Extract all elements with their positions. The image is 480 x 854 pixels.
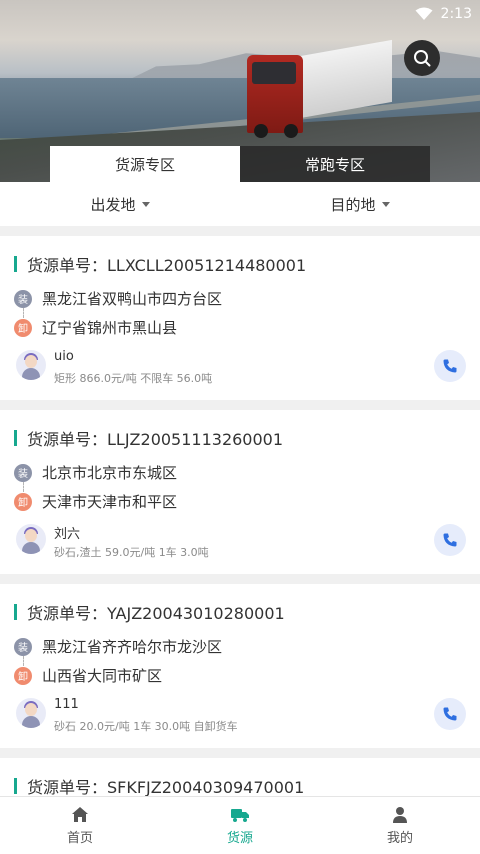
title-accent-bar bbox=[14, 430, 17, 446]
avatar bbox=[16, 698, 46, 728]
destination-filter-label: 目的地 bbox=[330, 195, 376, 214]
cargo-list: 货源单号：LLXCLL20051214480001 装黑龙江省双鸭山市四方台区 … bbox=[0, 236, 480, 828]
origin-filter[interactable]: 出发地 bbox=[0, 182, 240, 226]
order-number: 货源单号：SFKFJZ20040309470001 bbox=[14, 776, 305, 797]
order-number: 货源单号：LLXCLL20051214480001 bbox=[14, 254, 307, 275]
phone-icon bbox=[443, 533, 457, 547]
owner-name: uio bbox=[54, 349, 74, 364]
home-icon bbox=[72, 807, 88, 822]
destination-text: 辽宁省锦州市黑山县 bbox=[42, 319, 178, 337]
unload-badge: 卸 bbox=[14, 492, 32, 511]
order-number: 货源单号：LLJZ20051113260001 bbox=[14, 428, 284, 449]
truck-wheel bbox=[254, 124, 268, 138]
avatar bbox=[16, 524, 46, 554]
call-button[interactable] bbox=[434, 524, 466, 556]
nav-profile-label: 我的 bbox=[386, 831, 413, 846]
load-badge: 装 bbox=[14, 463, 32, 482]
route-origin: 装黑龙江省双鸭山市四方台区 bbox=[14, 288, 222, 309]
truck-window bbox=[252, 62, 296, 84]
unload-badge: 卸 bbox=[14, 318, 32, 337]
order-number-text: 货源单号：LLJZ20051113260001 bbox=[27, 430, 284, 449]
nav-cargo-label: 货源 bbox=[226, 831, 253, 846]
destination-filter[interactable]: 目的地 bbox=[240, 182, 480, 226]
status-bar: 2:13 bbox=[415, 4, 472, 24]
cargo-details: 砂石,渣土 59.0元/吨 1车 3.0吨 bbox=[54, 546, 209, 559]
load-badge: 装 bbox=[14, 289, 32, 308]
tab-cargo-zone[interactable]: 货源专区 bbox=[50, 146, 240, 182]
call-button[interactable] bbox=[434, 698, 466, 730]
origin-filter-label: 出发地 bbox=[90, 195, 136, 214]
route-destination: 卸天津市天津市和平区 bbox=[14, 491, 177, 512]
filter-bar: 出发地 目的地 bbox=[0, 182, 480, 226]
destination-text: 山西省大同市矿区 bbox=[42, 667, 163, 685]
origin-text: 黑龙江省齐齐哈尔市龙沙区 bbox=[42, 638, 223, 656]
truck-icon bbox=[231, 809, 249, 822]
origin-text: 黑龙江省双鸭山市四方台区 bbox=[42, 290, 223, 308]
route-destination: 卸山西省大同市矿区 bbox=[14, 665, 162, 686]
route-origin: 装黑龙江省齐齐哈尔市龙沙区 bbox=[14, 636, 222, 657]
destination-text: 天津市天津市和平区 bbox=[42, 493, 178, 511]
tab-frequent-route-zone[interactable]: 常跑专区 bbox=[240, 146, 430, 182]
nav-profile[interactable]: 我的 bbox=[320, 797, 480, 854]
title-accent-bar bbox=[14, 604, 17, 620]
zone-tabs: 货源专区 常跑专区 bbox=[50, 146, 430, 182]
order-number-text: 货源单号：SFKFJZ20040309470001 bbox=[27, 778, 305, 797]
nav-cargo[interactable]: 货源 bbox=[160, 797, 320, 854]
cargo-details: 砂石 20.0元/吨 1车 30.0吨 自卸货车 bbox=[54, 720, 238, 733]
call-button[interactable] bbox=[434, 350, 466, 382]
nav-home[interactable]: 首页 bbox=[0, 797, 160, 854]
wifi-icon bbox=[415, 7, 433, 20]
cargo-details: 矩形 866.0元/吨 不限车 56.0吨 bbox=[54, 372, 213, 385]
owner-name: 111 bbox=[54, 697, 79, 712]
origin-text: 北京市北京市东城区 bbox=[42, 464, 178, 482]
unload-badge: 卸 bbox=[14, 666, 32, 685]
search-button[interactable] bbox=[404, 40, 440, 76]
caret-down-icon bbox=[381, 201, 390, 207]
route-destination: 卸辽宁省锦州市黑山县 bbox=[14, 317, 177, 338]
cargo-card[interactable]: 货源单号：LLXCLL20051214480001 装黑龙江省双鸭山市四方台区 … bbox=[0, 236, 480, 400]
order-number-text: 货源单号：LLXCLL20051214480001 bbox=[27, 256, 307, 275]
person-icon bbox=[393, 807, 407, 823]
avatar bbox=[16, 350, 46, 380]
title-accent-bar bbox=[14, 778, 17, 794]
phone-icon bbox=[443, 359, 457, 373]
cargo-card[interactable]: 货源单号：LLJZ20051113260001 装北京市北京市东城区 卸天津市天… bbox=[0, 410, 480, 574]
status-time: 2:13 bbox=[440, 6, 472, 22]
nav-home-label: 首页 bbox=[66, 831, 93, 846]
phone-icon bbox=[443, 707, 457, 721]
title-accent-bar bbox=[14, 256, 17, 272]
load-badge: 装 bbox=[14, 637, 32, 656]
search-icon bbox=[414, 50, 431, 67]
caret-down-icon bbox=[141, 201, 150, 207]
owner-name: 刘六 bbox=[54, 527, 81, 542]
route-origin: 装北京市北京市东城区 bbox=[14, 462, 177, 483]
truck-wheel bbox=[284, 124, 298, 138]
bottom-navigation: 首页 货源 我的 bbox=[0, 796, 480, 854]
order-number-text: 货源单号：YAJZ20043010280001 bbox=[27, 604, 285, 623]
cargo-card[interactable]: 货源单号：YAJZ20043010280001 装黑龙江省齐齐哈尔市龙沙区 卸山… bbox=[0, 584, 480, 748]
order-number: 货源单号：YAJZ20043010280001 bbox=[14, 602, 285, 623]
